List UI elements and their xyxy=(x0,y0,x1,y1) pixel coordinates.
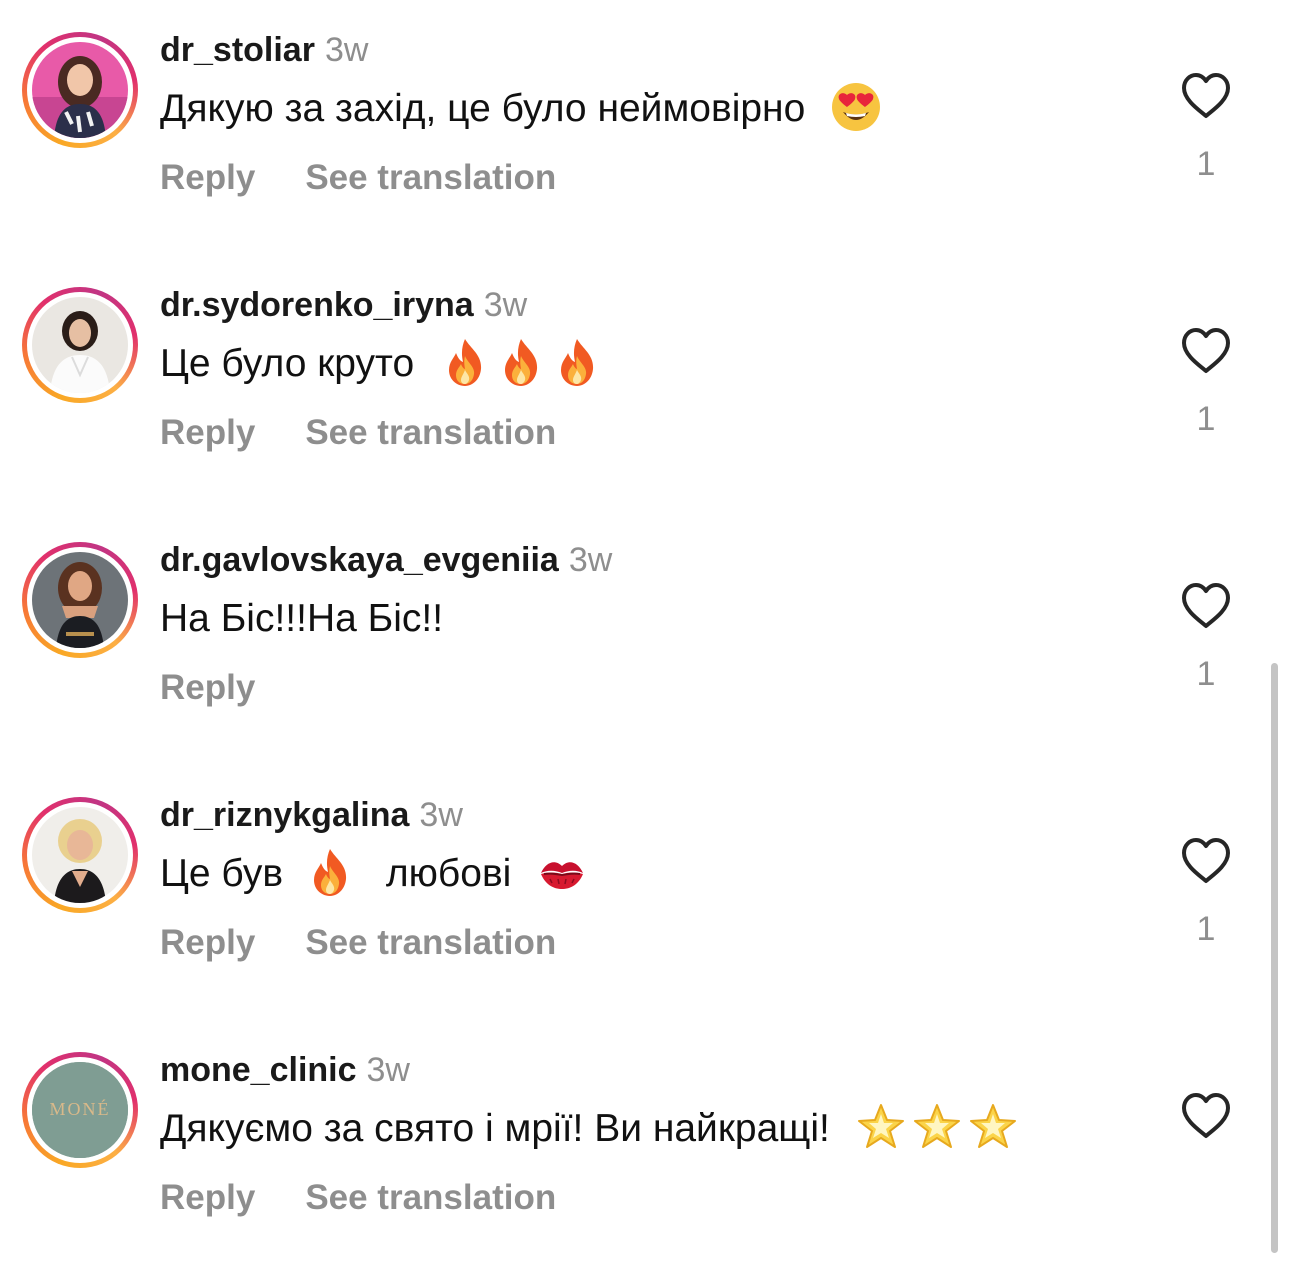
comment-text: Це було круто xyxy=(160,339,603,389)
comment-text-content: На Біс!!!На Біс!! xyxy=(160,597,444,640)
comment-item: dr.sydorenko_iryna 3w Це було круто Reply… xyxy=(0,255,1290,510)
avatar[interactable] xyxy=(32,297,128,393)
fire-emoji xyxy=(439,336,491,388)
comment-time: 3w xyxy=(366,1051,410,1089)
comment-username[interactable]: mone_clinic xyxy=(160,1051,357,1089)
comment-time: 3w xyxy=(419,796,463,834)
glowing-star-emoji xyxy=(855,1101,907,1153)
comment-text-content: Дякуємо за свято і мрії! Ви найкращі! xyxy=(160,1107,830,1150)
story-ring[interactable] xyxy=(22,542,138,658)
like-heart-icon[interactable] xyxy=(1180,837,1232,885)
like-heart-icon[interactable] xyxy=(1180,72,1232,120)
avatar[interactable] xyxy=(32,42,128,138)
like-heart-icon[interactable] xyxy=(1180,327,1232,375)
comment-username[interactable]: dr_stoliar xyxy=(160,31,315,69)
avatar[interactable] xyxy=(32,807,128,903)
comment-item: dr.gavlovskaya_evgeniia 3w На Біс!!!На Бі… xyxy=(0,510,1290,765)
comment-item: dr_stoliar 3w Дякую за захід, це було ней… xyxy=(0,0,1290,255)
avatar[interactable] xyxy=(32,552,128,648)
fire-emoji xyxy=(495,336,547,388)
fire-emoji xyxy=(304,846,356,898)
comment-text: Це був любові xyxy=(160,849,588,899)
comment-text-content: Це був xyxy=(160,852,284,895)
reply-button[interactable]: Reply xyxy=(160,668,255,707)
comment-text: На Біс!!!На Біс!! xyxy=(160,594,443,644)
comment-text-content: Це було круто xyxy=(160,342,415,385)
comment-item: dr_riznykgalina 3w Це був любові Reply See… xyxy=(0,765,1290,1020)
see-translation-button[interactable]: See translation xyxy=(305,1178,556,1217)
comment-username[interactable]: dr_riznykgalina xyxy=(160,796,409,834)
comment-text: Дякую за захід, це було неймовірно xyxy=(160,84,882,134)
reply-button[interactable]: Reply xyxy=(160,413,255,452)
comment-text-content: Дякую за захід, це було неймовірно xyxy=(160,87,806,130)
comment-time: 3w xyxy=(483,286,528,324)
like-heart-icon[interactable] xyxy=(1180,582,1232,630)
comment-username[interactable]: dr.gavlovskaya_evgeniia xyxy=(160,541,559,579)
comment-username[interactable]: dr.sydorenko_iryna xyxy=(160,286,474,324)
glowing-star-emoji xyxy=(911,1101,963,1153)
comment-text: Дякуємо за свято і мрії! Ви найкращі! xyxy=(160,1104,1019,1154)
like-count: 1 xyxy=(1196,910,1216,948)
scrollbar[interactable] xyxy=(1271,663,1278,1253)
see-translation-button[interactable]: See translation xyxy=(305,923,556,962)
story-ring[interactable] xyxy=(22,797,138,913)
like-count: 1 xyxy=(1196,655,1216,693)
see-translation-button[interactable]: See translation xyxy=(305,413,556,452)
story-ring[interactable]: MONÉ xyxy=(22,1052,138,1168)
fire-emoji xyxy=(551,336,603,388)
heart-eyes-emoji xyxy=(830,81,882,133)
comment-time: 3w xyxy=(324,31,369,69)
like-count: 1 xyxy=(1196,400,1216,438)
reply-button[interactable]: Reply xyxy=(160,1178,255,1217)
avatar-logo: MONÉ xyxy=(50,1098,111,1119)
comment-item: MONÉ mone_clinic 3w Дякуємо за свято і мр… xyxy=(0,1020,1290,1275)
avatar[interactable]: MONÉ xyxy=(32,1062,128,1158)
story-ring[interactable] xyxy=(22,287,138,403)
kiss-mark-emoji xyxy=(536,846,588,898)
glowing-star-emoji xyxy=(967,1101,1019,1153)
reply-button[interactable]: Reply xyxy=(160,923,255,962)
like-count: 1 xyxy=(1196,145,1216,183)
reply-button[interactable]: Reply xyxy=(160,158,255,197)
comment-text-content: любові xyxy=(385,852,512,895)
see-translation-button[interactable]: See translation xyxy=(305,158,556,197)
comment-time: 3w xyxy=(568,541,613,579)
like-heart-icon[interactable] xyxy=(1180,1092,1232,1140)
story-ring[interactable] xyxy=(22,32,138,148)
